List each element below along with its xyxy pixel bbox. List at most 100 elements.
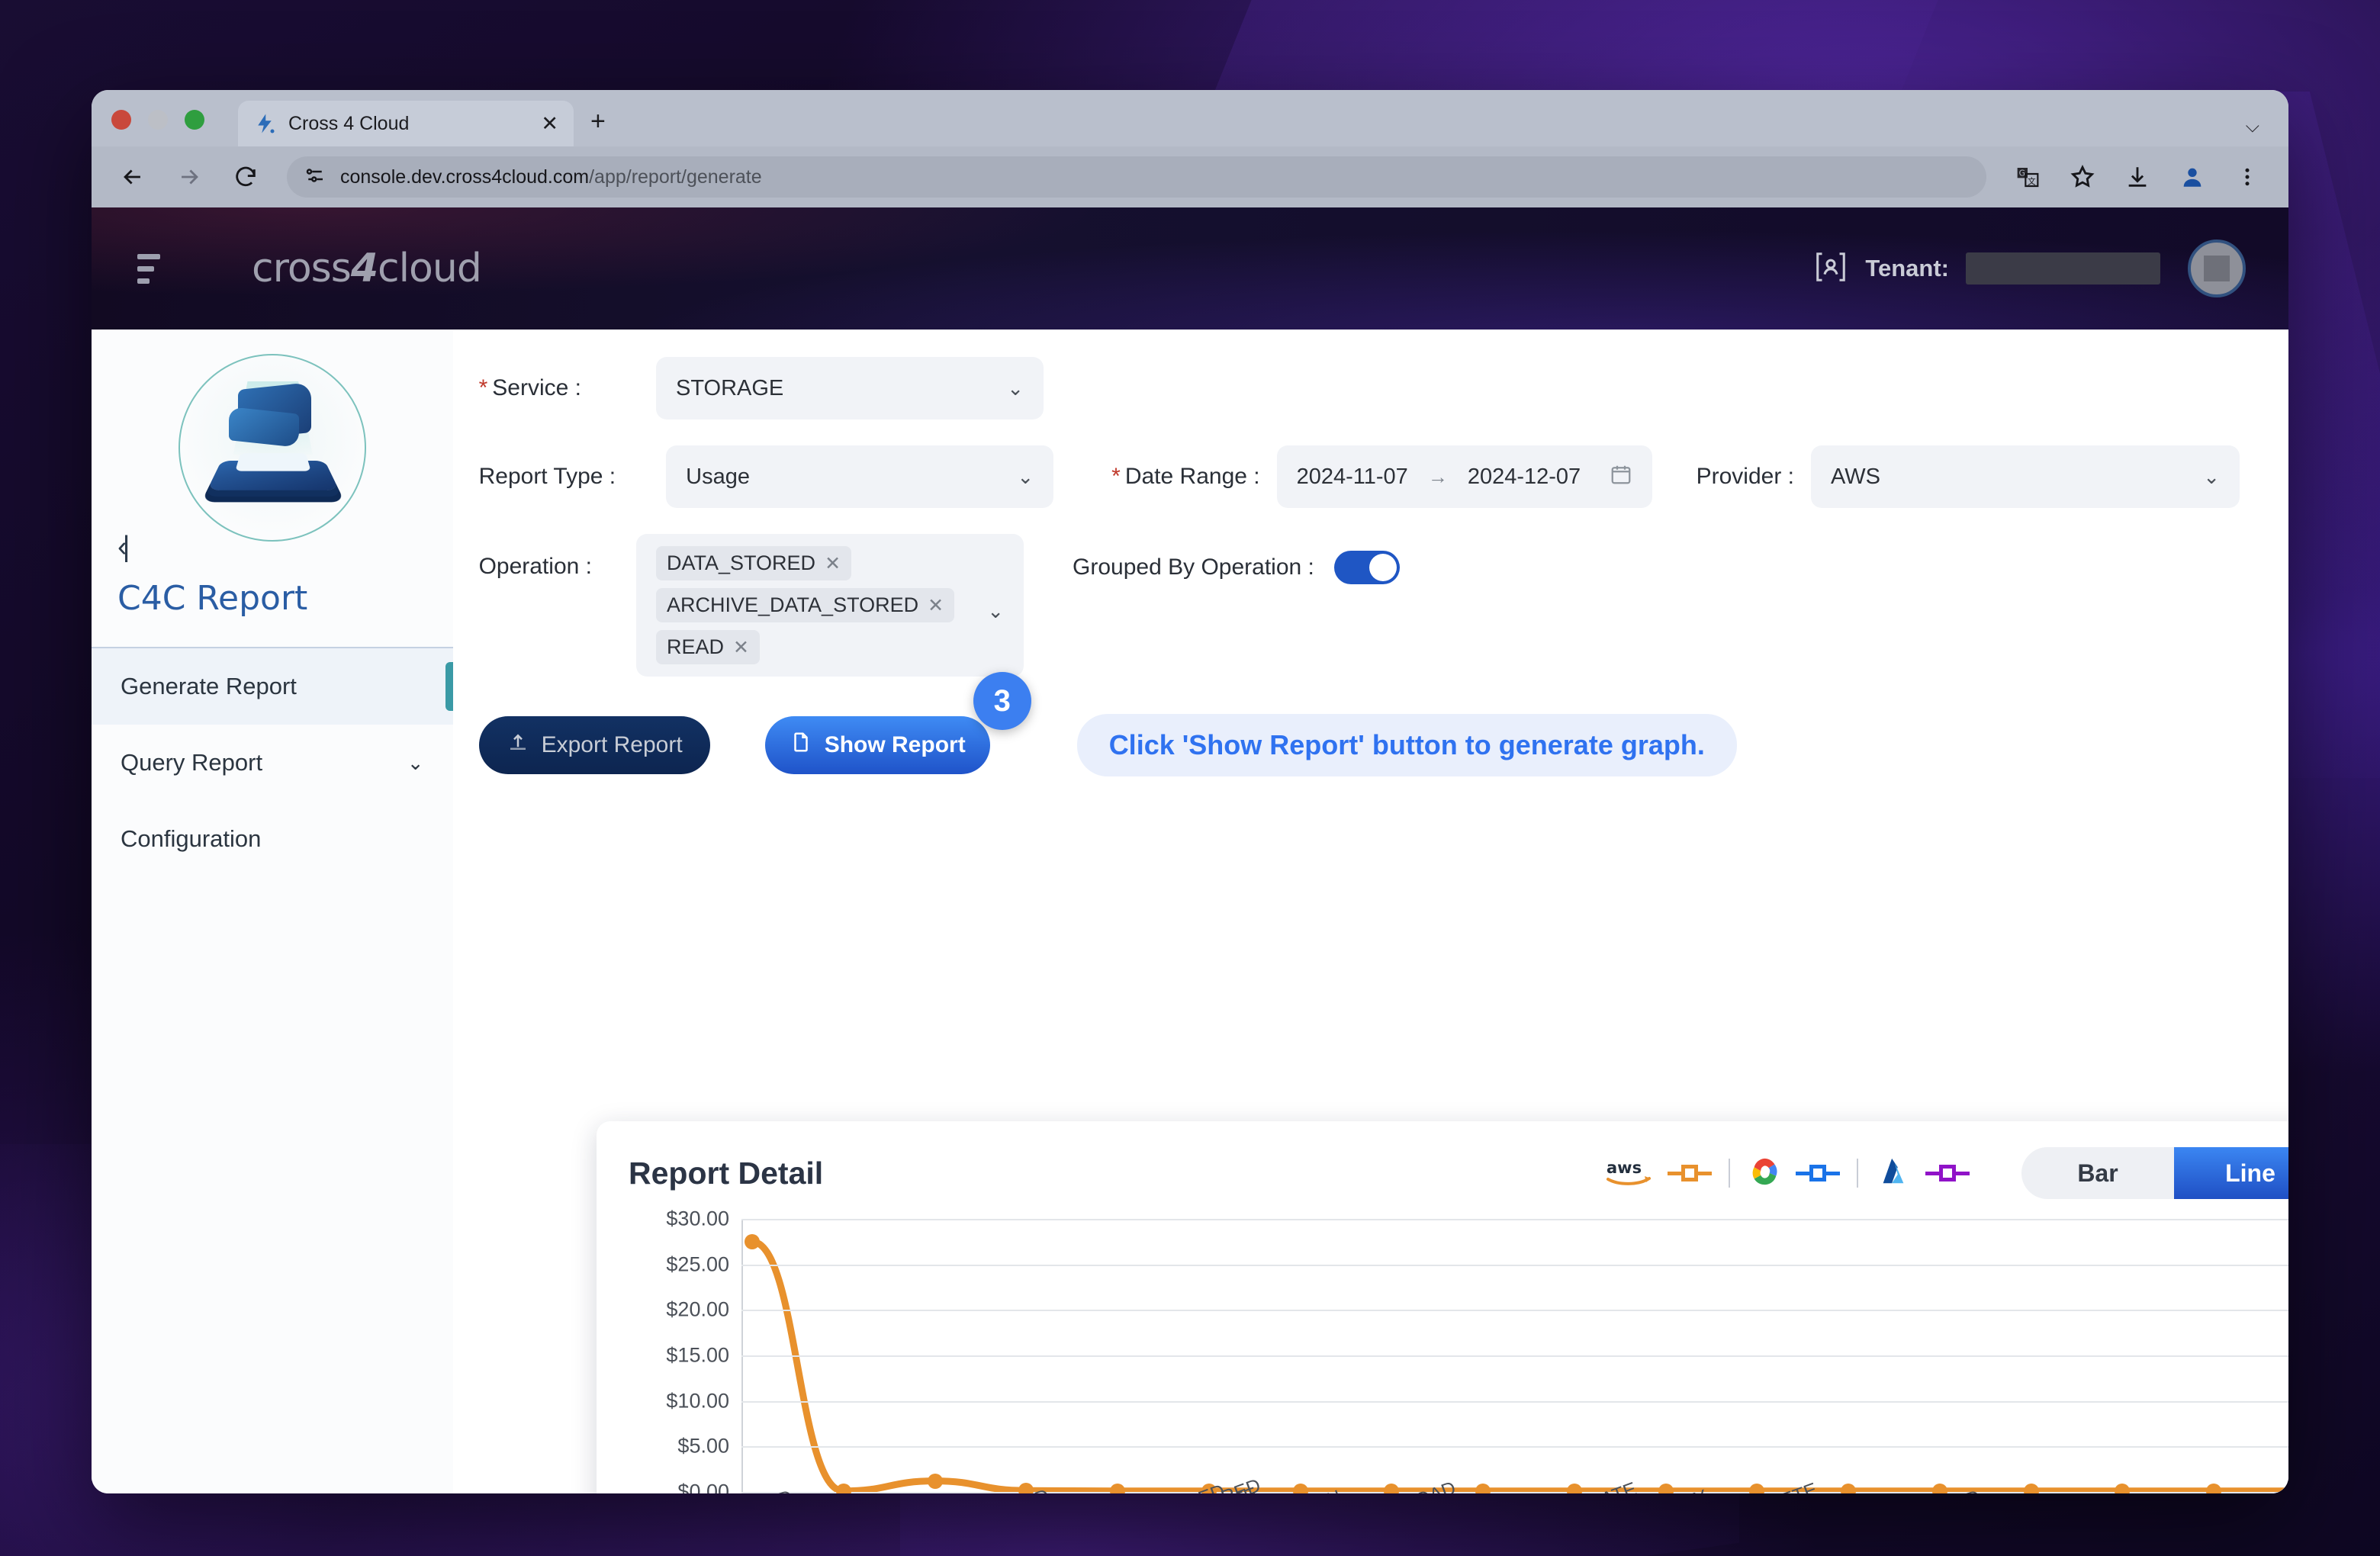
url-text: console.dev.cross4cloud.com/app/report/g… — [340, 166, 762, 188]
sidebar-item-configuration[interactable]: Configuration — [92, 801, 453, 877]
profile-icon[interactable] — [2177, 162, 2208, 192]
azure-logo-icon — [1875, 1156, 1912, 1191]
chevron-down-icon: ⌄ — [1007, 376, 1024, 400]
operation-label: Operation : — [478, 554, 593, 579]
calendar-icon[interactable] — [1610, 463, 1632, 491]
date-range-arrow-icon: → — [1427, 465, 1448, 488]
avatar[interactable] — [2188, 240, 2246, 297]
address-bar[interactable]: console.dev.cross4cloud.com/app/report/g… — [287, 156, 1986, 198]
remove-tag-icon[interactable]: ✕ — [733, 636, 749, 659]
new-tab-button[interactable]: + — [590, 108, 606, 134]
legend-item-azure[interactable] — [1858, 1156, 1986, 1191]
app-header: cross4cloud Tenant: — [92, 207, 2288, 330]
aws-logo-icon: aws — [1605, 1156, 1654, 1191]
back-arrow-icon[interactable] — [117, 162, 148, 192]
report-card-header: Report Detail aws Bar Line — [629, 1147, 2288, 1199]
svg-text:G: G — [2019, 169, 2025, 178]
chart-type-line-option[interactable]: Line — [2174, 1147, 2288, 1199]
plot-area: READLISTDATA STOREDARCHIVE DATA STOREDRA… — [738, 1219, 2288, 1493]
sidebar-title: C4C Report — [117, 579, 308, 618]
data-point[interactable] — [1292, 1483, 1308, 1493]
tab-title: Cross 4 Cloud — [288, 112, 410, 134]
menu-hamburger-icon[interactable] — [137, 253, 172, 284]
brand-post: cloud — [378, 246, 482, 291]
close-tab-icon[interactable]: ✕ — [541, 113, 558, 134]
tag-text: DATA_STORED — [667, 551, 816, 574]
data-point[interactable] — [2023, 1483, 2039, 1493]
report-type-label: Report Type : — [478, 464, 616, 489]
operation-row: Operation : DATA_STORED ✕ ARCHIVE_DATA_ST… — [479, 534, 2240, 677]
translate-icon[interactable]: G文 — [2012, 162, 2043, 192]
legend-item-google-cloud[interactable] — [1730, 1156, 1857, 1191]
service-label: * Service : — [478, 375, 581, 400]
provider-select[interactable]: AWS ⌄ — [1811, 445, 2240, 508]
sidebar-item-query-report[interactable]: Query Report ⌄ — [92, 725, 453, 801]
show-report-button[interactable]: Show Report — [764, 716, 990, 774]
data-point[interactable] — [745, 1233, 760, 1249]
tab-list-chevron-icon[interactable]: ⌵ — [2246, 116, 2259, 137]
date-range-start[interactable]: 2024-11-07 — [1297, 465, 1408, 490]
tag-text: READ — [667, 635, 725, 658]
gcp-series-marker-icon — [1796, 1165, 1840, 1181]
report-type-select[interactable]: Usage ⌄ — [666, 445, 1054, 508]
service-select[interactable]: STORAGE ⌄ — [656, 357, 1044, 420]
tenant-display: Tenant: — [1813, 249, 2160, 288]
data-point[interactable] — [1658, 1483, 1674, 1493]
chart-legend: aws — [1588, 1156, 1986, 1191]
google-cloud-logo-icon — [1747, 1156, 1782, 1191]
operation-tag-row: ARCHIVE_DATA_STORED ✕ — [656, 588, 1004, 622]
operation-tag[interactable]: DATA_STORED ✕ — [656, 546, 852, 580]
operation-tag[interactable]: ARCHIVE_DATA_STORED ✕ — [656, 588, 955, 622]
remove-tag-icon[interactable]: ✕ — [928, 594, 944, 617]
maximize-window-icon[interactable] — [185, 110, 204, 130]
svg-text:文: 文 — [2028, 176, 2036, 186]
sidebar-item-generate-report[interactable]: Generate Report — [92, 648, 453, 725]
minimize-window-icon[interactable] — [148, 110, 168, 130]
bookmark-star-icon[interactable] — [2067, 162, 2098, 192]
chevron-down-icon[interactable]: ⌄ — [987, 600, 1004, 623]
brand-logo: cross4cloud — [252, 246, 482, 291]
browser-tab[interactable]: Cross 4 Cloud ✕ — [238, 101, 574, 146]
chart-type-bar-option[interactable]: Bar — [2021, 1147, 2174, 1199]
date-range-picker[interactable]: 2024-11-07 → 2024-12-07 — [1276, 445, 1652, 508]
y-axis-tick-label: $10.00 — [666, 1389, 729, 1413]
chart-type-toggle[interactable]: Bar Line — [2021, 1147, 2288, 1199]
remove-tag-icon[interactable]: ✕ — [825, 552, 841, 575]
azure-series-marker-icon — [1925, 1165, 1970, 1181]
browser-window: Cross 4 Cloud ✕ + ⌵ console.dev.cross4cl… — [92, 90, 2288, 1493]
legend-item-aws[interactable]: aws — [1588, 1156, 1729, 1191]
action-button-row: Export Report Show Report 3 Click 'Show … — [478, 672, 2240, 836]
operation-tag[interactable]: READ ✕ — [656, 630, 760, 664]
report-type-row: Report Type : Usage ⌄ * Date Range : 2024… — [479, 445, 2240, 508]
chevron-down-icon: ⌄ — [2203, 465, 2220, 488]
data-point[interactable] — [835, 1483, 851, 1493]
y-axis-tick-label: $20.00 — [666, 1297, 729, 1321]
tenant-badge-icon — [1813, 249, 1848, 288]
date-range-end[interactable]: 2024-12-07 — [1468, 465, 1581, 490]
brand-four: 4 — [350, 246, 378, 291]
window-controls[interactable] — [111, 110, 204, 130]
export-report-label: Export Report — [541, 732, 683, 757]
show-report-label: Show Report — [824, 732, 966, 757]
operation-multiselect[interactable]: DATA_STORED ✕ ARCHIVE_DATA_STORED ✕ READ ✕ … — [636, 534, 1024, 677]
site-info-icon[interactable] — [304, 164, 326, 191]
close-window-icon[interactable] — [111, 110, 131, 130]
required-asterisk: * — [1111, 464, 1121, 489]
kebab-menu-icon[interactable] — [2232, 162, 2263, 192]
grouped-by-operation-label: Grouped By Operation : — [1073, 555, 1314, 580]
application-viewport: cross4cloud Tenant: ‹| C4C Report Genera… — [92, 207, 2288, 1493]
y-axis-tick-label: $25.00 — [666, 1252, 729, 1276]
sidebar-item-label: Generate Report — [121, 673, 297, 699]
show-report-highlight: Show Report 3 — [751, 672, 1031, 788]
export-report-button[interactable]: Export Report — [478, 716, 710, 774]
download-icon[interactable] — [2122, 162, 2153, 192]
tag-text: ARCHIVE_DATA_STORED — [667, 593, 919, 616]
grouped-by-operation-toggle[interactable] — [1333, 551, 1400, 584]
reload-icon[interactable] — [230, 162, 261, 192]
url-path: /app/report/generate — [589, 166, 762, 188]
gridline — [741, 1310, 2288, 1312]
gridline — [741, 1492, 2288, 1493]
operation-tag-row: DATA_STORED ✕ — [656, 546, 1004, 580]
data-point[interactable] — [927, 1473, 943, 1489]
service-value: STORAGE — [676, 375, 784, 400]
